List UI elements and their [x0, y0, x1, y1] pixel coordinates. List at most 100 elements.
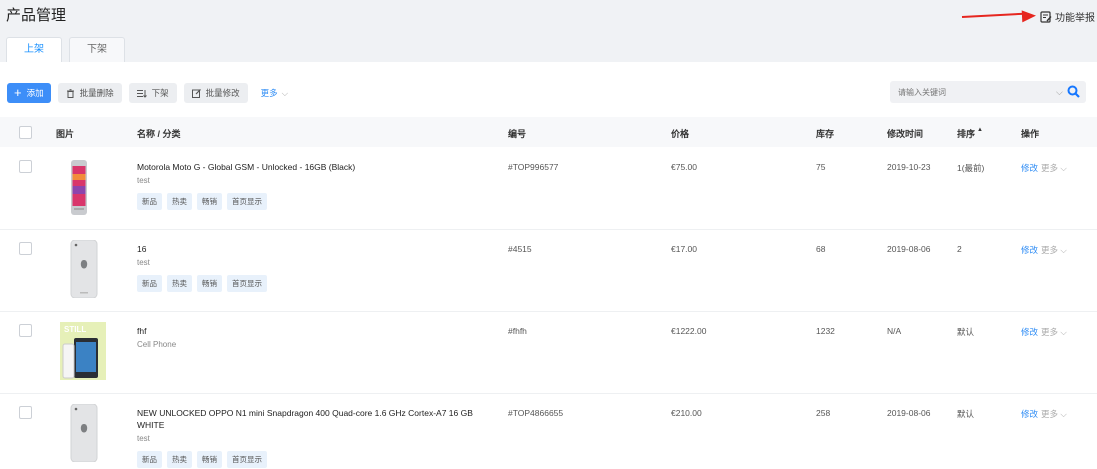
more-dropdown[interactable]: 更多 ⌵: [261, 87, 288, 99]
row-checkbox[interactable]: [19, 160, 32, 173]
chevron-down-icon[interactable]: ⌵: [1056, 87, 1063, 98]
row-checkbox[interactable]: [19, 242, 32, 255]
product-price: €1222.00: [671, 326, 707, 336]
product-category: test: [137, 258, 150, 267]
table-row: NEW UNLOCKED OPPO N1 mini Snapdragon 400…: [0, 394, 1097, 469]
product-price: €210.00: [671, 408, 702, 418]
product-code: #TOP4866655: [508, 408, 564, 418]
tag-badge: 新品: [137, 451, 162, 468]
product-name[interactable]: NEW UNLOCKED OPPO N1 mini Snapdragon 400…: [137, 407, 482, 431]
product-price: €75.00: [671, 162, 697, 172]
add-label: 添加: [26, 88, 44, 98]
product-code: #fhfh: [508, 326, 527, 336]
tag-list: 新品 热卖 畅销 首页显示: [137, 275, 482, 292]
product-name[interactable]: Motorola Moto G - Global GSM - Unlocked …: [137, 161, 482, 173]
add-button[interactable]: + 添加: [7, 83, 51, 103]
edit-icon: [191, 88, 201, 98]
product-sort: 2: [957, 244, 962, 254]
annotation-arrow: [961, 12, 1024, 18]
tab-onshelf[interactable]: 上架: [6, 37, 62, 62]
product-code: #4515: [508, 244, 532, 254]
tag-badge: 畅销: [197, 193, 222, 210]
search-icon[interactable]: [1067, 85, 1080, 98]
product-modified: 2019-10-23: [887, 162, 931, 172]
row-more-dropdown[interactable]: 更多 ⌵: [1041, 163, 1067, 173]
product-info: fhf Cell Phone: [137, 325, 482, 349]
row-checkbox[interactable]: [19, 406, 32, 419]
product-name[interactable]: 16: [137, 243, 482, 255]
row-checkbox[interactable]: [19, 324, 32, 337]
product-stock: 75: [816, 162, 826, 172]
chevron-down-icon: ⌵: [1060, 245, 1067, 255]
row-actions: 修改 更多 ⌵: [1021, 244, 1067, 256]
tag-badge: 畅销: [197, 451, 222, 468]
col-action: 操作: [1021, 129, 1040, 139]
report-label: 功能举报: [1055, 13, 1095, 24]
product-info: Motorola Moto G - Global GSM - Unlocked …: [137, 161, 482, 210]
row-actions: 修改 更多 ⌵: [1021, 326, 1067, 338]
product-info: 16 test 新品 热卖 畅销 首页显示: [137, 243, 482, 292]
row-actions: 修改 更多 ⌵: [1021, 162, 1067, 174]
tab-offshelf[interactable]: 下架: [69, 37, 125, 62]
product-category: test: [137, 176, 150, 185]
col-stock: 库存: [816, 129, 835, 139]
col-code: 编号: [508, 129, 527, 139]
product-name[interactable]: fhf: [137, 325, 482, 337]
chevron-down-icon: ⌵: [1060, 163, 1067, 173]
col-sort[interactable]: 排序 ▲: [957, 127, 983, 140]
product-code: #TOP996577: [508, 162, 559, 172]
col-name: 名称 / 分类: [137, 129, 181, 139]
batch-edit-button[interactable]: 批量修改: [183, 83, 248, 103]
tag-badge: 新品: [137, 275, 162, 292]
search-input[interactable]: [896, 86, 1050, 98]
product-price: €17.00: [671, 244, 697, 254]
chevron-down-icon: ⌵: [1060, 409, 1067, 419]
tag-badge: 新品: [137, 193, 162, 210]
row-more-dropdown[interactable]: 更多 ⌵: [1041, 245, 1067, 255]
col-modified: 修改时间: [887, 129, 924, 139]
product-sort: 默认: [957, 327, 975, 337]
batch-edit-label: 批量修改: [205, 88, 240, 98]
chevron-down-icon: ⌵: [281, 88, 289, 98]
table-row: STILL fhf Cell Phone #fhfh €1222.00 1232…: [0, 312, 1097, 394]
product-modified: 2019-08-06: [887, 408, 931, 418]
report-feature-link[interactable]: 功能举报: [1040, 9, 1095, 24]
offshelf-button[interactable]: 下架: [128, 83, 177, 103]
tag-badge: 首页显示: [227, 451, 267, 468]
product-thumbnail: [70, 404, 98, 462]
plus-icon: +: [14, 85, 22, 100]
tag-badge: 热卖: [167, 451, 192, 468]
tag-badge: 首页显示: [227, 193, 267, 210]
product-thumbnail: [70, 240, 98, 298]
sort-asc-icon: ▲: [977, 127, 983, 133]
edit-link[interactable]: 修改: [1021, 409, 1038, 419]
batch-delete-button[interactable]: 批量删除: [57, 83, 122, 103]
table-row: Motorola Moto G - Global GSM - Unlocked …: [0, 148, 1097, 230]
table-header: 图片 名称 / 分类 编号 价格 库存 修改时间 排序 ▲ 操作: [0, 117, 1097, 147]
product-sort: 默认: [957, 409, 975, 419]
product-modified: N/A: [887, 326, 902, 336]
row-more-dropdown[interactable]: 更多 ⌵: [1041, 409, 1067, 419]
tag-badge: 热卖: [167, 193, 192, 210]
product-modified: 2019-08-06: [887, 244, 931, 254]
edit-link[interactable]: 修改: [1021, 163, 1038, 173]
row-more-label: 更多: [1041, 327, 1059, 337]
row-more-label: 更多: [1041, 245, 1059, 255]
edit-report-icon: [1040, 10, 1052, 23]
thumb-text: STILL: [64, 325, 86, 334]
select-all-checkbox[interactable]: [19, 126, 32, 139]
col-price: 价格: [671, 129, 690, 139]
edit-link[interactable]: 修改: [1021, 327, 1038, 337]
status-tabs: 上架 下架: [6, 37, 132, 62]
product-category: test: [137, 434, 150, 443]
product-stock: 1232: [816, 326, 835, 336]
row-more-dropdown[interactable]: 更多 ⌵: [1041, 327, 1067, 337]
row-actions: 修改 更多 ⌵: [1021, 408, 1067, 420]
tag-badge: 首页显示: [227, 275, 267, 292]
tag-badge: 热卖: [167, 275, 192, 292]
product-sort: 1(最前): [957, 163, 985, 173]
batch-delete-label: 批量删除: [79, 88, 114, 98]
offshelf-label: 下架: [151, 88, 169, 98]
edit-link[interactable]: 修改: [1021, 245, 1038, 255]
product-thumbnail: [71, 160, 87, 215]
